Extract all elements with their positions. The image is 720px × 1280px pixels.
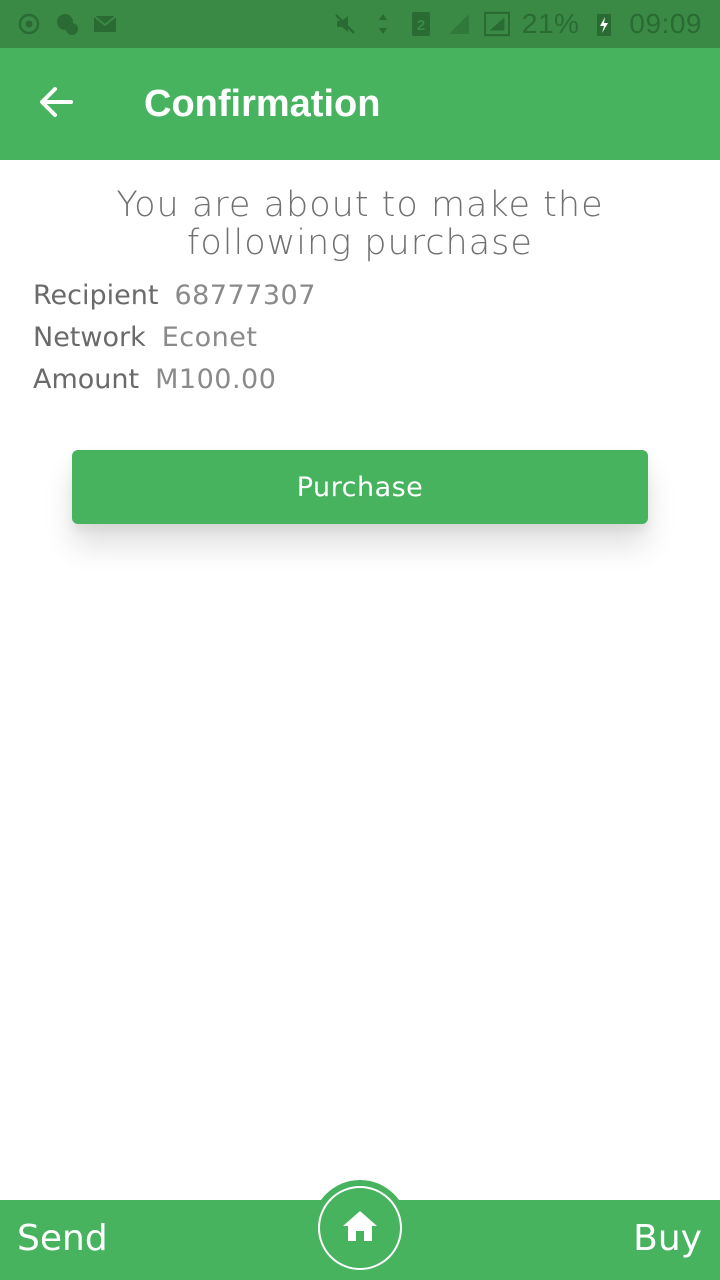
recipient-label: Recipient [33,279,159,311]
headline-line-2: following purchase [187,223,533,263]
svg-text:2: 2 [417,17,425,34]
back-button[interactable] [26,74,86,134]
send-tab[interactable]: Send [17,1218,108,1259]
arrow-left-icon [38,86,74,122]
page-title: Confirmation [144,82,381,125]
network-value: Econet [161,321,258,353]
battery-percentage: 21% [521,8,580,39]
detail-row-network: Network Econet [33,316,720,358]
mute-icon [332,11,358,37]
purchase-button[interactable]: Purchase [72,450,648,524]
recipient-value: 68777307 [174,279,316,311]
main-content: You are about to make the following purc… [0,160,720,524]
status-indicators: 2 21% 09:09 [332,8,702,40]
amount-label: Amount [33,363,140,395]
sim-icon: 2 [408,11,434,37]
app-bar: Confirmation [0,48,720,160]
mail-icon [92,11,118,37]
network-label: Network [33,321,146,353]
chat-icon [54,11,80,37]
purchase-details: Recipient 68777307 Network Econet Amount… [0,274,720,400]
clock: 09:09 [629,8,702,39]
buy-tab[interactable]: Buy [633,1218,702,1259]
detail-row-recipient: Recipient 68777307 [33,274,720,316]
status-bar: 2 21% 09:09 [0,0,720,48]
wifi-icon [370,11,396,37]
headline-line-1: You are about to make the [116,185,604,225]
amount-value: M100.00 [155,363,277,395]
home-button[interactable] [318,1186,402,1270]
confirmation-headline: You are about to make the following purc… [0,186,720,262]
home-icon [341,1209,379,1247]
whatsapp-icon [16,11,42,37]
detail-row-amount: Amount M100.00 [33,358,720,400]
battery-icon [483,11,510,37]
charging-icon [591,11,617,37]
status-notifications [16,11,118,37]
signal-icon [446,11,472,37]
